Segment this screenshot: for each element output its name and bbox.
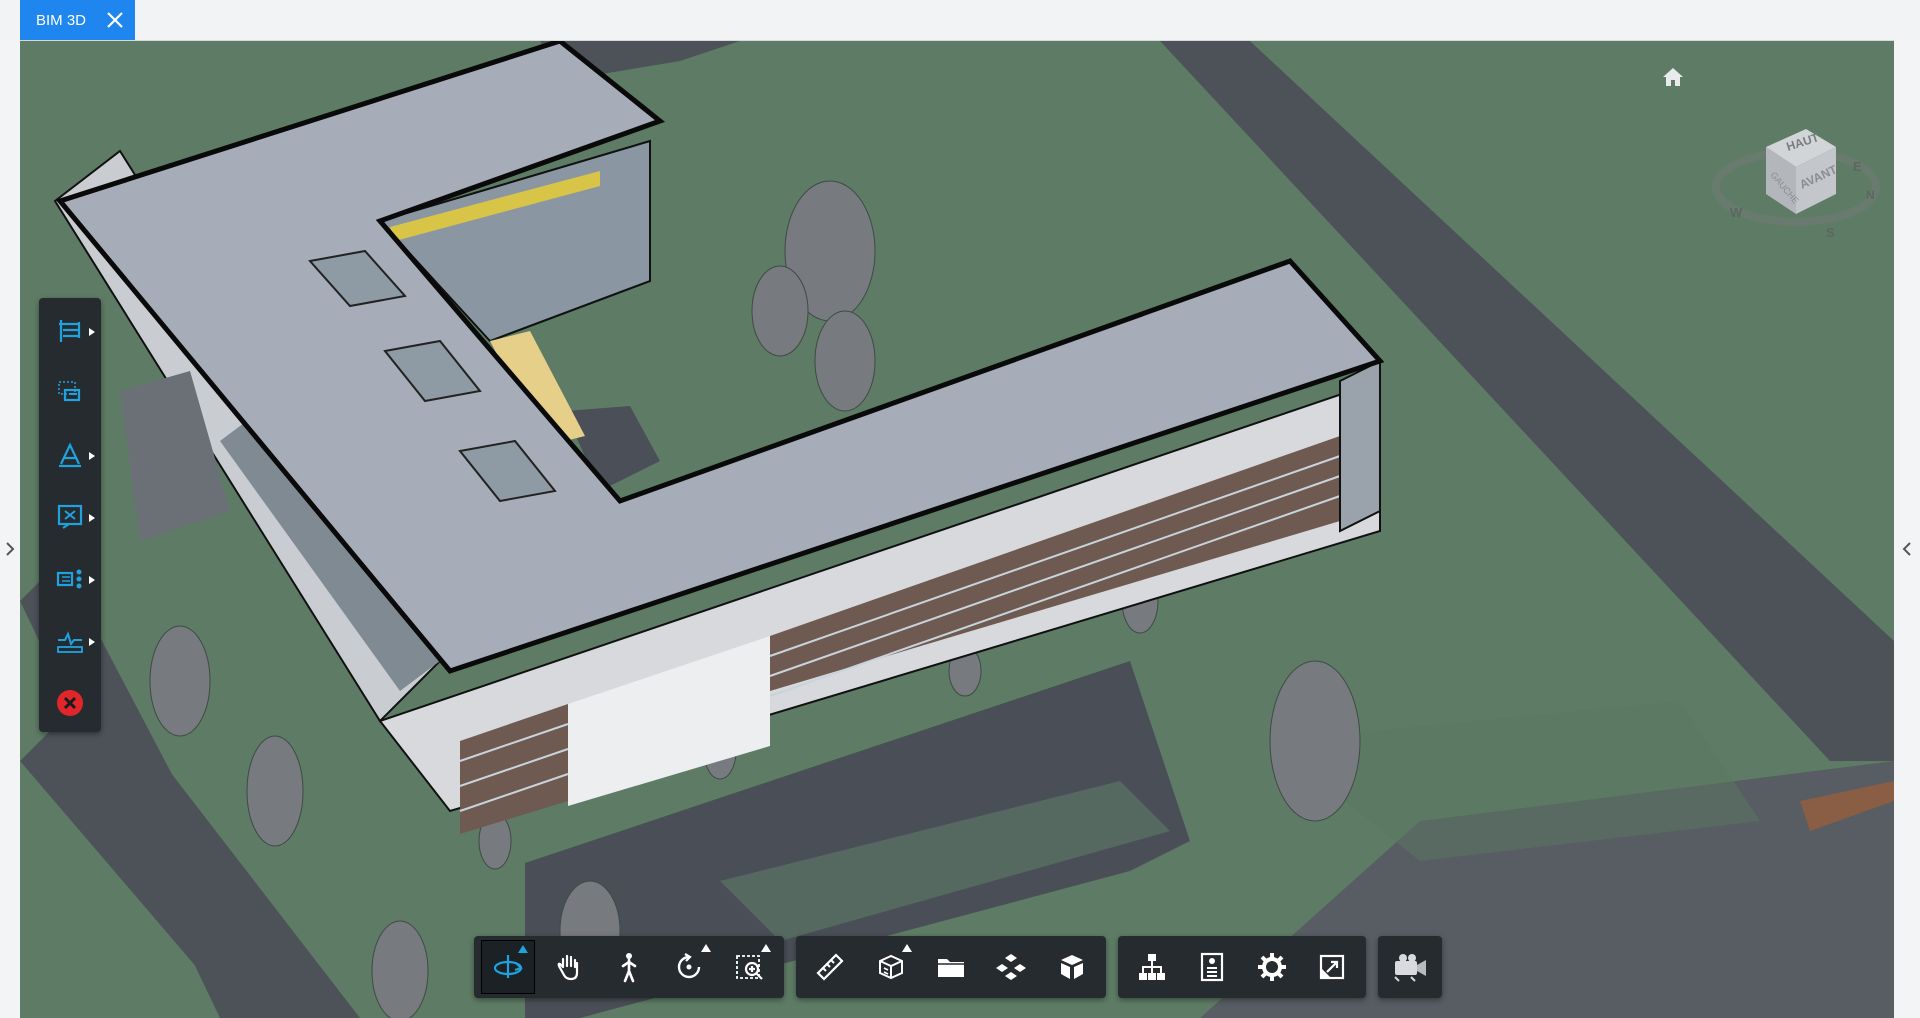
folder-icon: [938, 959, 965, 977]
fullscreen-icon: [1319, 954, 1345, 980]
tab-bar: BIM 3D: [0, 0, 1920, 41]
zoom-window-icon: [735, 955, 763, 980]
section-toolbar: [39, 298, 101, 732]
section-plane-icon: [59, 320, 81, 342]
tab-label: BIM 3D: [36, 11, 87, 29]
measure-button[interactable]: [803, 940, 857, 994]
settings-button[interactable]: [1245, 940, 1299, 994]
tab-bim-3d[interactable]: BIM 3D: [20, 0, 135, 40]
close-section-button[interactable]: [47, 680, 93, 726]
section-analysis-button[interactable]: [47, 556, 95, 602]
markup-button[interactable]: [47, 494, 95, 540]
orbit-button[interactable]: [481, 940, 536, 994]
measure-icon: [816, 953, 844, 981]
camera-toolbar: [1378, 936, 1442, 998]
properties-button[interactable]: [1185, 940, 1239, 994]
isolate-cube-button[interactable]: [1045, 940, 1099, 994]
compass-w: W: [1730, 205, 1743, 220]
section-box-button[interactable]: [47, 370, 93, 416]
properties-icon: [1200, 952, 1224, 982]
explode-icon: [996, 954, 1027, 980]
model-tree-button[interactable]: [1125, 940, 1179, 994]
east-facade: [1339, 359, 1381, 533]
markup-icon: [57, 504, 83, 529]
section-box-icon: [58, 381, 81, 402]
zoom-window-button[interactable]: [723, 940, 777, 994]
chevron-right-icon[interactable]: [3, 540, 17, 558]
close-section-icon: [57, 690, 83, 716]
folder-button[interactable]: [924, 940, 978, 994]
explode-button[interactable]: [984, 940, 1038, 994]
settings-icon: [1258, 953, 1286, 981]
rotate-view-button[interactable]: [662, 940, 716, 994]
compass-n: N: [1866, 188, 1875, 202]
camera-icon: [1394, 954, 1426, 982]
close-icon[interactable]: [103, 8, 127, 32]
section-cube-button[interactable]: [863, 940, 917, 994]
annotation-button[interactable]: [47, 432, 95, 478]
model-tree-icon: [1139, 954, 1165, 980]
tools-toolbar: [796, 936, 1106, 998]
walk-button[interactable]: [602, 940, 656, 994]
right-panel-collapsed[interactable]: [1894, 40, 1920, 1018]
compass-e: E: [1853, 159, 1862, 174]
section-measure-button[interactable]: [47, 618, 95, 664]
section-cube-icon: [878, 954, 903, 980]
3d-viewport[interactable]: HAUT AVANT GAUCHE N E S W: [20, 41, 1894, 1018]
pan-icon: [557, 954, 578, 981]
walk-icon: [621, 953, 637, 983]
camera-button[interactable]: [1385, 940, 1435, 994]
section-analysis-icon: [56, 569, 82, 589]
bim-model-scene[interactable]: [20, 41, 1894, 1018]
pan-button[interactable]: [541, 940, 595, 994]
isolate-cube-icon: [1060, 955, 1083, 979]
section-measure-icon: [57, 631, 83, 653]
annotation-icon: [59, 442, 81, 468]
orbit-icon: [494, 955, 524, 978]
left-panel-collapsed[interactable]: [0, 40, 20, 1018]
fullscreen-button[interactable]: [1305, 940, 1359, 994]
chevron-left-icon[interactable]: [1900, 540, 1914, 558]
panels-toolbar: [1118, 936, 1366, 998]
section-plane-button[interactable]: [47, 308, 95, 354]
viewcube[interactable]: HAUT AVANT GAUCHE N E S W: [1706, 89, 1886, 240]
compass-s: S: [1826, 225, 1835, 239]
home-icon[interactable]: [1660, 65, 1686, 89]
rotate-view-icon: [678, 953, 701, 979]
navigation-toolbar: [474, 936, 784, 998]
